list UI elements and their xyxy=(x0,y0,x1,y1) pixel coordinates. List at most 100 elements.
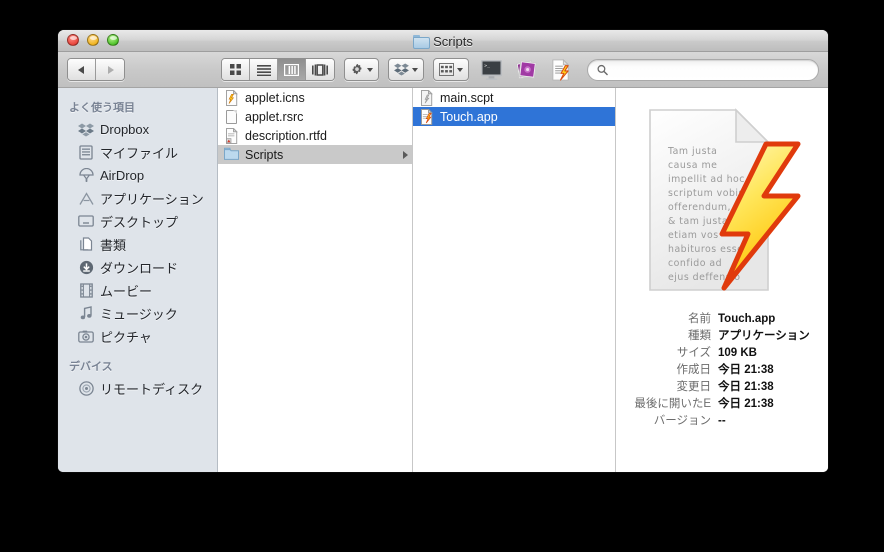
window-title-text: Scripts xyxy=(433,33,473,49)
folder-icon xyxy=(413,35,431,49)
metadata-row: 変更日 今日 21:38 xyxy=(622,380,812,394)
sidebar-item-label: ムービー xyxy=(100,284,153,299)
metadata-label: 名前 xyxy=(688,313,711,325)
metadata-value: -- xyxy=(718,415,726,427)
sidebar-item-airdrop[interactable]: AirDrop xyxy=(58,164,217,187)
svg-text:causa me: causa me xyxy=(668,160,717,171)
downloads-icon xyxy=(78,260,94,276)
applescript-document-icon xyxy=(552,58,570,81)
metadata-value: 今日 21:38 xyxy=(718,381,774,393)
list-item[interactable]: applet.icns xyxy=(218,88,412,107)
terminal-button[interactable]: >_ xyxy=(478,58,504,81)
sidebar-item-downloads[interactable]: ダウンロード xyxy=(58,256,217,279)
photos-app-button[interactable] xyxy=(513,58,539,81)
disclosure-chevron-icon xyxy=(403,150,408,159)
sidebar-item-pictures[interactable]: ピクチャ xyxy=(58,325,217,348)
metadata-row: 種類 アプリケーション xyxy=(622,329,812,343)
search-input[interactable] xyxy=(613,62,809,77)
metadata-label: 作成日 xyxy=(676,364,712,376)
action-menu-button[interactable] xyxy=(344,58,379,81)
metadata-value: アプリケーション xyxy=(718,330,810,342)
search-field[interactable] xyxy=(587,58,819,81)
applescript-app-icon xyxy=(419,107,434,125)
metadata-value: 今日 21:38 xyxy=(718,398,774,410)
sidebar-section-favorites-header: よく使う項目 xyxy=(69,102,135,114)
icon-view-button[interactable] xyxy=(222,59,250,80)
window-title: Scripts xyxy=(58,30,828,52)
list-item-label: applet.rsrc xyxy=(245,109,304,124)
list-item-selected[interactable]: Touch.app xyxy=(413,107,615,126)
view-mode-buttons xyxy=(221,58,335,81)
sidebar-item-dropbox[interactable]: Dropbox xyxy=(58,118,217,141)
back-button[interactable] xyxy=(68,59,96,80)
coverflow-view-button[interactable] xyxy=(306,59,334,80)
list-item-label: Touch.app xyxy=(440,109,498,124)
my-files-icon xyxy=(78,145,94,161)
sidebar-item-label: ダウンロード xyxy=(100,261,179,276)
navigation-buttons xyxy=(67,58,125,81)
svg-text:>_: >_ xyxy=(484,64,490,69)
chevron-down-icon xyxy=(412,67,418,72)
file-column-one[interactable]: applet.icns applet.rsrc description.rtfd… xyxy=(218,88,413,472)
sidebar-item-label: ピクチャ xyxy=(100,330,152,345)
sidebar-item-desktop[interactable]: デスクトップ xyxy=(58,210,217,233)
metadata-row: バージョン -- xyxy=(622,414,812,428)
applications-icon xyxy=(78,191,94,207)
preview-pane: Tam justa causa me impellit ad hoc scrip… xyxy=(616,88,828,472)
metadata-label: 種類 xyxy=(688,330,711,342)
list-item-label: description.rtfd xyxy=(245,128,327,143)
list-item[interactable]: applet.rsrc xyxy=(218,107,412,126)
svg-text:etiam vos: etiam vos xyxy=(668,230,719,241)
sidebar-item-documents[interactable]: 書類 xyxy=(58,233,217,256)
finder-window: Scripts >_ よく使う項目 Dropbox マイファイル AirDrop… xyxy=(58,30,828,472)
terminal-icon: >_ xyxy=(480,59,502,80)
sidebar: よく使う項目 Dropbox マイファイル AirDrop アプリケーション デ… xyxy=(58,88,218,472)
arrange-menu-button[interactable] xyxy=(433,58,469,81)
chevron-down-icon xyxy=(457,67,463,72)
sidebar-item-label: デスクトップ xyxy=(100,215,179,230)
sidebar-section-devices-header: デバイス xyxy=(69,361,113,373)
metadata-label: サイズ xyxy=(676,347,711,359)
forward-button[interactable] xyxy=(96,59,124,80)
gear-icon xyxy=(352,63,362,74)
metadata-value: 109 KB xyxy=(718,347,757,359)
file-metadata: 名前 Touch.app 種類 アプリケーション サイズ 109 KB 作成日 … xyxy=(616,298,828,428)
metadata-row: 名前 Touch.app xyxy=(622,312,812,326)
list-item-label: applet.icns xyxy=(245,90,305,105)
svg-text:scriptum vobis: scriptum vobis xyxy=(668,188,744,199)
dropbox-menu-button[interactable] xyxy=(388,58,424,81)
sidebar-item-remote-disk[interactable]: リモートディスク xyxy=(58,377,217,400)
svg-text:Tam justa: Tam justa xyxy=(667,146,717,157)
pictures-icon xyxy=(78,329,94,345)
sidebar-item-label: アプリケーション xyxy=(100,192,204,207)
metadata-label: 最後に開いたE xyxy=(634,398,711,410)
file-column-two[interactable]: main.scpt Touch.app xyxy=(413,88,616,472)
dropbox-icon xyxy=(78,122,94,138)
sidebar-item-movies[interactable]: ムービー xyxy=(58,279,217,302)
generic-file-icon xyxy=(224,109,239,125)
arrange-icon xyxy=(439,63,454,76)
applescript-editor-button[interactable] xyxy=(548,58,574,81)
column-view-button[interactable] xyxy=(278,59,306,80)
remote-disk-icon xyxy=(78,381,94,397)
metadata-row: 最後に開いたE 今日 21:38 xyxy=(622,397,812,411)
list-item[interactable]: main.scpt xyxy=(413,88,615,107)
airdrop-icon xyxy=(78,168,94,184)
metadata-label: 変更日 xyxy=(676,381,712,393)
icns-file-icon xyxy=(224,88,239,106)
list-view-button[interactable] xyxy=(250,59,278,80)
list-item[interactable]: description.rtfd xyxy=(218,126,412,145)
metadata-row: サイズ 109 KB xyxy=(622,346,812,360)
sidebar-item-label: AirDrop xyxy=(100,168,145,183)
sidebar-item-music[interactable]: ミュージック xyxy=(58,302,217,325)
search-icon xyxy=(597,64,608,75)
metadata-value: 今日 21:38 xyxy=(718,364,774,376)
list-item-label: Scripts xyxy=(245,147,284,162)
svg-text:confido ad: confido ad xyxy=(668,258,722,269)
sidebar-item-applications[interactable]: アプリケーション xyxy=(58,187,217,210)
window-body: よく使う項目 Dropbox マイファイル AirDrop アプリケーション デ… xyxy=(58,88,828,472)
sidebar-item-label: 書類 xyxy=(100,238,127,253)
list-item-selected[interactable]: Scripts xyxy=(218,145,412,164)
window-titlebar[interactable]: Scripts xyxy=(58,30,828,52)
sidebar-item-my-files[interactable]: マイファイル xyxy=(58,141,217,164)
